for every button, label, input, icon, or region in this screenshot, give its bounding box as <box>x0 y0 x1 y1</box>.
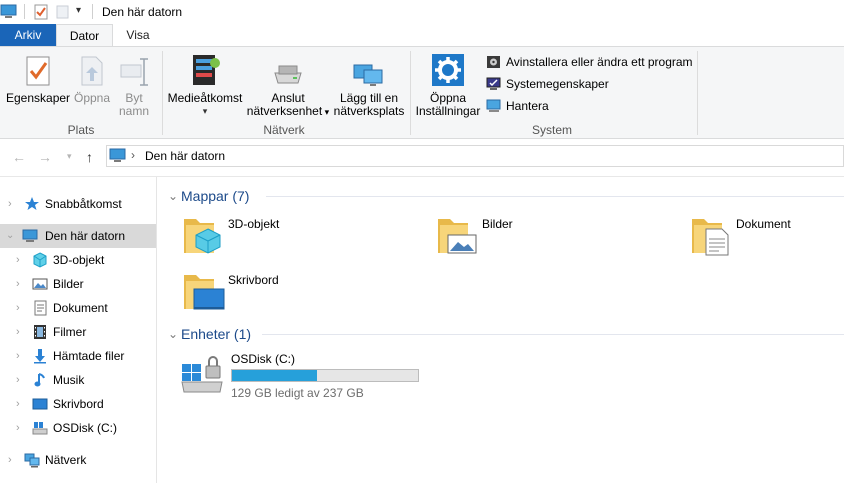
network-drive-icon <box>274 65 302 84</box>
properties-icon[interactable] <box>33 4 49 20</box>
nav-item-bilder[interactable]: › Bilder <box>0 272 156 296</box>
forward-arrow-icon[interactable]: → <box>38 149 52 165</box>
up-arrow-icon[interactable]: ↑ <box>86 149 93 165</box>
chevron-right-icon[interactable]: › <box>16 416 20 440</box>
chevron-right-icon[interactable]: › <box>16 320 20 344</box>
open-button[interactable]: Öppna <box>72 55 112 105</box>
rename-button[interactable]: Byt namn <box>114 55 154 118</box>
folder-documents-icon <box>692 219 729 256</box>
chevron-right-icon[interactable]: › <box>8 448 12 472</box>
section-header-enheter[interactable]: ⌄ Enheter (1) <box>168 323 268 345</box>
properties-icon <box>26 56 50 86</box>
open-icon <box>81 56 103 86</box>
chevron-right-icon[interactable]: › <box>16 368 20 392</box>
settings-gear-icon <box>432 54 464 86</box>
ribbon-tabs: Arkiv Dator Visa <box>0 24 844 47</box>
chevron-right-icon[interactable]: › <box>16 296 20 320</box>
network-location-icon <box>353 64 383 86</box>
nav-item-dokument[interactable]: › Dokument <box>0 296 156 320</box>
manage-computer-icon <box>486 99 501 112</box>
group-separator <box>697 51 698 135</box>
drive-osdisk[interactable]: OSDisk (C:) 129 GB ledigt av 237 GB <box>180 350 440 400</box>
chevron-right-icon[interactable]: › <box>8 192 12 216</box>
title-bar: ▾ Den här datorn <box>0 0 844 24</box>
section-header-mappar[interactable]: ⌄ Mappar (7) <box>168 185 268 207</box>
new-folder-icon[interactable] <box>55 4 71 20</box>
properties-button[interactable]: Egenskaper <box>6 55 70 105</box>
chevron-right-icon[interactable]: › <box>16 248 20 272</box>
folder-skrivbord[interactable]: Skrivbord <box>182 269 422 319</box>
address-path: Den här datorn <box>145 149 226 163</box>
map-network-drive-button[interactable]: Anslut nätverksenhet ▾ <box>246 61 330 119</box>
tab-visa[interactable]: Visa <box>118 24 158 46</box>
folder-desktop-icon <box>184 275 225 310</box>
cube-3d-icon <box>33 252 47 268</box>
group-label-plats: Plats <box>67 123 95 137</box>
dropdown-arrow-icon: ▾ <box>322 107 330 117</box>
computer-icon <box>22 229 38 242</box>
customize-toolbar-icon[interactable]: ▾ <box>76 5 81 16</box>
tab-dator[interactable]: Dator <box>56 24 113 47</box>
chevron-right-icon[interactable]: › <box>16 392 20 416</box>
dropdown-arrow-icon: ▾ <box>202 106 208 116</box>
computer-icon[interactable] <box>0 4 18 20</box>
chevron-down-icon[interactable]: ⌄ <box>6 224 14 248</box>
nav-item-3d-objekt[interactable]: › 3D-objekt <box>0 248 156 272</box>
folder-3d-objekt[interactable]: 3D-objekt <box>182 213 422 263</box>
add-network-location-button[interactable]: Lägg till en nätverksplats <box>332 61 406 118</box>
content-pane: ⌄ Mappar (7) 3D-objekt Bilder Dokument S… <box>158 177 844 483</box>
drive-label: OSDisk (C:) <box>231 352 295 366</box>
navigation-pane: › Snabbåtkomst ⌄ Den här datorn › 3D-obj… <box>0 177 157 483</box>
download-arrow-icon <box>34 349 46 364</box>
group-label-natverk: Nätverk <box>263 123 305 137</box>
folder-dokument[interactable]: Dokument <box>690 213 844 263</box>
computer-icon <box>109 148 126 162</box>
chevron-right-icon[interactable]: › <box>16 272 20 296</box>
chevron-down-icon[interactable]: ⌄ <box>168 185 178 207</box>
media-access-button[interactable]: Medieåtkomst ▾ <box>166 53 244 118</box>
drive-usage-fill <box>232 370 317 381</box>
nav-item-osdisk[interactable]: › OSDisk (C:) <box>0 416 156 440</box>
uninstall-icon <box>487 56 500 68</box>
desktop-icon <box>32 398 48 410</box>
folder-bilder[interactable]: Bilder <box>436 213 676 263</box>
folder-3d-objects-icon <box>184 219 221 254</box>
nav-item-den-har-datorn[interactable]: ⌄ Den här datorn <box>0 224 156 248</box>
media-server-icon <box>193 55 220 85</box>
nav-item-hamtade-filer[interactable]: › Hämtade filer <box>0 344 156 368</box>
drive-free-space: 129 GB ledigt av 237 GB <box>231 386 364 400</box>
star-icon <box>25 197 39 210</box>
nav-item-skrivbord[interactable]: › Skrivbord <box>0 392 156 416</box>
group-separator <box>410 51 411 135</box>
address-bar[interactable]: › Den här datorn <box>106 145 844 167</box>
film-strip-icon <box>34 325 46 339</box>
system-drive-icon <box>181 356 223 393</box>
tab-arkiv[interactable]: Arkiv <box>0 24 56 46</box>
music-note-icon <box>34 373 45 387</box>
document-icon <box>34 300 47 316</box>
system-properties-icon <box>486 77 501 90</box>
nav-item-snabbatkomst[interactable]: › Snabbåtkomst <box>0 192 156 216</box>
window-title: Den här datorn <box>102 5 183 19</box>
recent-locations-chevron-icon[interactable]: ▾ <box>67 151 72 162</box>
nav-item-filmer[interactable]: › Filmer <box>0 320 156 344</box>
nav-item-natverk[interactable]: › Nätverk <box>0 448 156 472</box>
rename-icon <box>120 58 148 86</box>
open-settings-button[interactable]: Öppna Inställningar <box>414 53 482 118</box>
ribbon: Egenskaper Öppna Byt namn Plats Medieåtk… <box>0 46 844 139</box>
chevron-down-icon[interactable]: ⌄ <box>168 323 178 345</box>
back-arrow-icon[interactable]: ← <box>12 149 26 165</box>
group-separator <box>162 51 163 135</box>
breadcrumb-chevron-icon: › <box>131 148 135 162</box>
folder-pictures-icon <box>438 219 477 254</box>
system-drive-icon <box>32 422 48 435</box>
chevron-right-icon[interactable]: › <box>16 344 20 368</box>
network-icon <box>24 453 40 468</box>
nav-item-musik[interactable]: › Musik <box>0 368 156 392</box>
drive-usage-bar <box>231 369 419 382</box>
group-label-system: System <box>531 123 572 137</box>
pictures-icon <box>32 278 48 290</box>
